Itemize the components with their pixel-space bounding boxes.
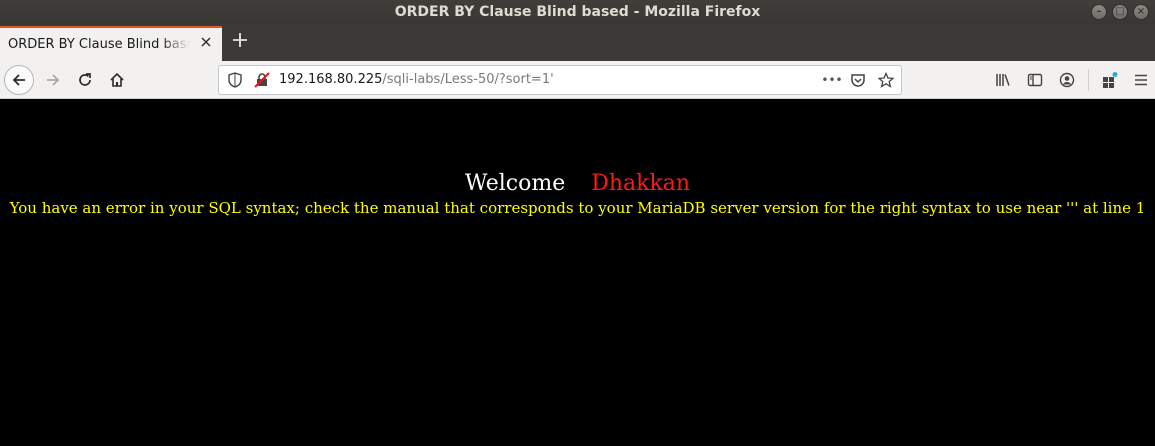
plus-icon: [233, 33, 247, 47]
sql-error-message: You have an error in your SQL syntax; ch…: [9, 199, 1146, 217]
window-controls: – □ ×: [1091, 4, 1149, 20]
library-icon[interactable]: [994, 71, 1012, 89]
user-name: Dhakkan: [591, 171, 691, 196]
home-button[interactable]: [102, 65, 132, 95]
url-text: 192.168.80.225/sqli-labs/Less-50/?sort=1…: [279, 72, 554, 87]
reload-icon: [79, 73, 91, 86]
minimize-button[interactable]: –: [1091, 4, 1107, 20]
welcome-line: Welcome Dhakkan: [0, 171, 1155, 196]
tab-title: ORDER BY Clause Blind based: [8, 37, 190, 52]
forward-button[interactable]: [38, 65, 68, 95]
toolbar-separator: [1088, 69, 1089, 91]
close-window-button[interactable]: ×: [1133, 4, 1149, 20]
navigation-toolbar: 192.168.80.225/sqli-labs/Less-50/?sort=1…: [0, 61, 1155, 99]
menu-icon[interactable]: [1132, 71, 1150, 89]
maximize-button[interactable]: □: [1112, 4, 1128, 20]
tab-active[interactable]: ORDER BY Clause Blind based: [0, 26, 222, 61]
star-icon[interactable]: [877, 71, 895, 89]
window-title: ORDER BY Clause Blind based - Mozilla Fi…: [394, 4, 761, 20]
extensions-icon[interactable]: [1100, 71, 1120, 89]
home-icon: [110, 72, 124, 87]
window-titlebar: ORDER BY Clause Blind based - Mozilla Fi…: [0, 0, 1155, 24]
page-content: Welcome Dhakkan You have an error in your…: [0, 99, 1155, 446]
sidebar-icon[interactable]: [1026, 71, 1044, 89]
reload-button[interactable]: [70, 65, 100, 95]
url-bar[interactable]: 192.168.80.225/sqli-labs/Less-50/?sort=1…: [218, 65, 902, 95]
arrow-left-icon: [12, 74, 25, 86]
new-tab-button[interactable]: [230, 30, 250, 54]
tab-strip: ORDER BY Clause Blind based: [0, 24, 1155, 61]
shield-icon[interactable]: [227, 72, 243, 88]
welcome-text: Welcome: [464, 171, 566, 196]
arrow-right-icon: [47, 74, 60, 86]
account-icon[interactable]: [1058, 71, 1076, 89]
page-actions-icon[interactable]: •••: [821, 69, 843, 91]
url-host: 192.168.80.225: [279, 72, 383, 87]
pocket-icon[interactable]: [849, 71, 867, 89]
back-button[interactable]: [4, 65, 34, 95]
close-icon[interactable]: [198, 36, 214, 52]
insecure-lock-icon[interactable]: [253, 72, 271, 88]
url-path: /sqli-labs/Less-50/?sort=1': [382, 72, 554, 87]
